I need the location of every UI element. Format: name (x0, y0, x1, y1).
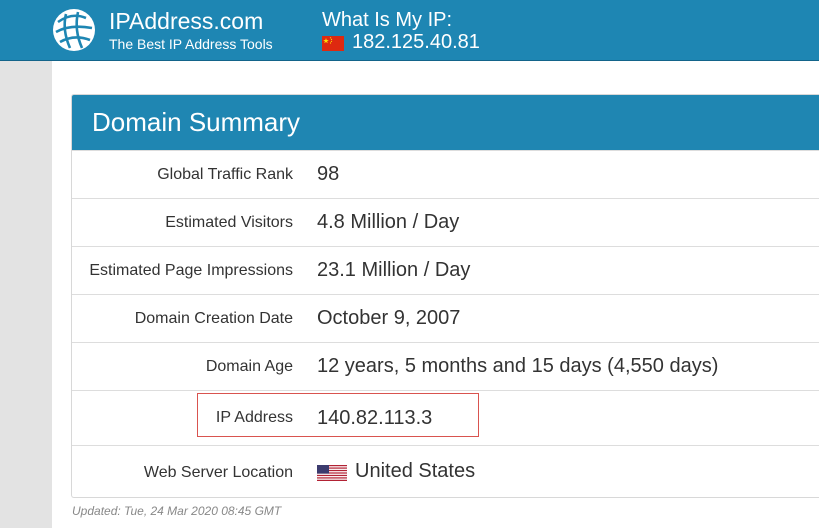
row-label: Estimated Page Impressions (89, 262, 293, 279)
row-domain-age: Domain Age 12 years, 5 months and 15 day… (72, 342, 819, 390)
brand-title[interactable]: IPAddress.com (109, 8, 263, 35)
row-value: 98 (317, 163, 340, 185)
china-flag-icon (322, 36, 344, 51)
row-value: 23.1 Million / Day (317, 259, 471, 281)
globe-logo-icon[interactable] (52, 8, 96, 52)
domain-summary-panel: Domain Summary Global Traffic Rank 98 Es… (71, 94, 819, 498)
site-header: IPAddress.com The Best IP Address Tools … (0, 0, 819, 61)
row-value: 4.8 Million / Day (317, 211, 460, 233)
row-domain-creation-date: Domain Creation Date October 9, 2007 (72, 294, 819, 342)
row-global-traffic-rank: Global Traffic Rank 98 (72, 150, 819, 198)
panel-title: Domain Summary (72, 95, 819, 150)
row-label: Domain Age (205, 358, 293, 375)
row-label: Web Server Location (143, 464, 293, 481)
row-web-server-location: Web Server Location United States (72, 445, 819, 497)
row-label: Domain Creation Date (134, 310, 293, 327)
row-value: October 9, 2007 (317, 307, 461, 329)
us-flag-icon (317, 465, 347, 481)
brand-tagline: The Best IP Address Tools (109, 36, 273, 52)
row-estimated-visitors: Estimated Visitors 4.8 Million / Day (72, 198, 819, 246)
ip-address-highlight-box (197, 393, 479, 437)
left-gutter (0, 61, 52, 528)
my-ip-value[interactable]: 182.125.40.81 (352, 31, 480, 54)
row-label: Estimated Visitors (165, 214, 293, 231)
row-value: United States (355, 460, 476, 482)
row-estimated-page-impressions: Estimated Page Impressions 23.1 Million … (72, 246, 819, 294)
row-label: Global Traffic Rank (157, 166, 293, 183)
row-value: 12 years, 5 months and 15 days (4,550 da… (317, 355, 719, 377)
my-ip-label: What Is My IP: (322, 9, 453, 31)
updated-timestamp: Updated: Tue, 24 Mar 2020 08:45 GMT (72, 504, 282, 518)
